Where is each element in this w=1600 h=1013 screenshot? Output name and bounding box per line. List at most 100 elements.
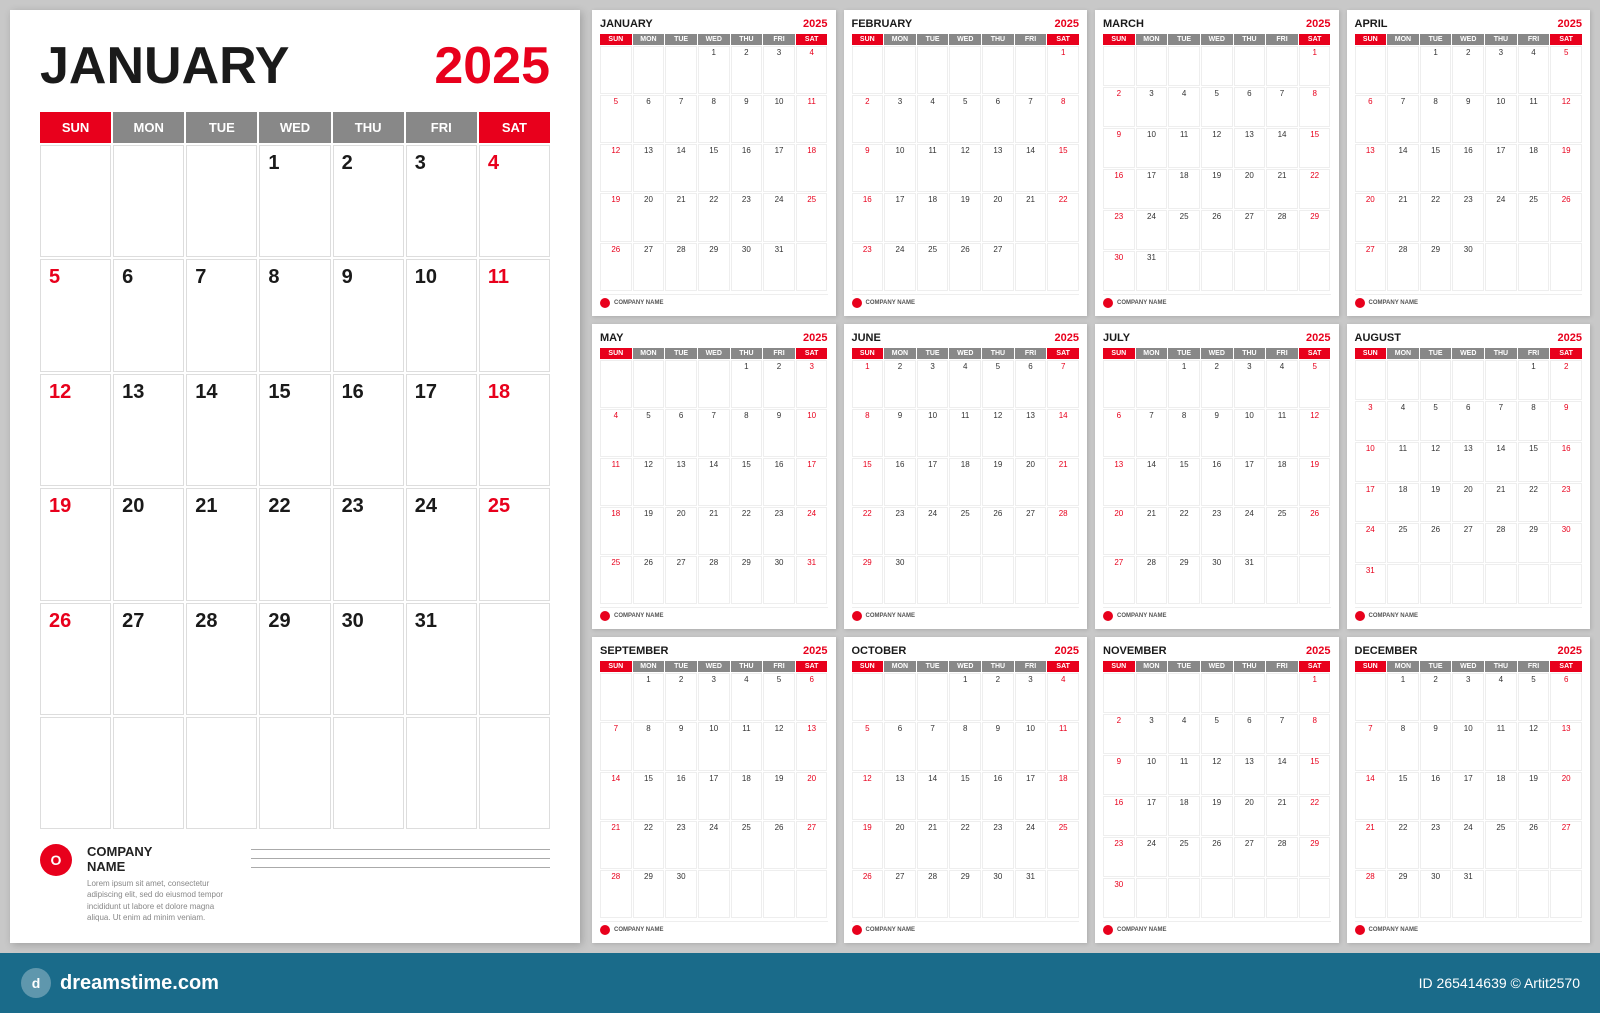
small-week: 12 bbox=[1355, 360, 1583, 400]
small-weeks: 1234567891011121314151617181920212223242… bbox=[600, 360, 828, 605]
small-day-cell: 19 bbox=[600, 193, 632, 241]
small-day-cell: 31 bbox=[1452, 870, 1484, 918]
company-desc: Lorem ipsum sit amet, consectetur adipis… bbox=[87, 878, 236, 923]
small-day-cell: 17 bbox=[1136, 169, 1168, 209]
small-day-cell: 24 bbox=[1234, 507, 1266, 555]
small-company-logo bbox=[600, 925, 610, 935]
small-day-cell: 16 bbox=[1420, 772, 1452, 820]
small-day-cell: 30 bbox=[1103, 251, 1135, 291]
small-day-cell: 3 bbox=[698, 673, 730, 721]
small-day-cell: 3 bbox=[1234, 360, 1266, 408]
small-day-cell: 23 bbox=[884, 507, 916, 555]
small-day-cell: 12 bbox=[852, 772, 884, 820]
small-day-cell: 13 bbox=[884, 772, 916, 820]
small-day-hdr: SAT bbox=[1550, 661, 1582, 672]
small-year: 2025 bbox=[1055, 18, 1079, 30]
small-day-cell: 26 bbox=[600, 243, 632, 291]
small-day-cell: 5 bbox=[1518, 673, 1550, 721]
small-cal-header: JULY2025 bbox=[1103, 332, 1331, 344]
small-day-cell: 11 bbox=[1266, 409, 1298, 457]
day-cell bbox=[333, 717, 404, 829]
small-day-hdr: THU bbox=[1234, 661, 1266, 672]
small-day-cell: 10 bbox=[1234, 409, 1266, 457]
small-cal-january: JANUARY2025SUNMONTUEWEDTHUFRISAT12345678… bbox=[592, 10, 836, 316]
large-month-name: JANUARY bbox=[40, 40, 289, 92]
small-cal-footer: COMPANY NAME bbox=[600, 607, 828, 621]
dreamstime-id: ID 265414639 © Artit2570 bbox=[1419, 975, 1580, 991]
small-day-cell bbox=[1387, 360, 1419, 400]
small-day-cell: 29 bbox=[698, 243, 730, 291]
small-day-cell: 11 bbox=[1168, 128, 1200, 168]
small-month-name: JUNE bbox=[852, 332, 881, 344]
small-week: 13141516171819 bbox=[1355, 144, 1583, 192]
small-day-cell: 23 bbox=[1103, 837, 1135, 877]
small-day-cell: 20 bbox=[1234, 169, 1266, 209]
small-week: 10111213141516 bbox=[1355, 442, 1583, 482]
large-cal-footer: O COMPANYNAME Lorem ipsum sit amet, cons… bbox=[40, 844, 550, 923]
day-cell bbox=[406, 717, 477, 829]
small-year: 2025 bbox=[1055, 332, 1079, 344]
small-day-cell: 5 bbox=[1201, 714, 1233, 754]
small-day-cell: 22 bbox=[1299, 796, 1331, 836]
small-day-cell: 21 bbox=[1266, 169, 1298, 209]
small-day-cell bbox=[1387, 46, 1419, 94]
day-cell: 5 bbox=[40, 259, 111, 371]
small-day-cell bbox=[665, 46, 697, 94]
small-day-cell bbox=[1136, 360, 1168, 408]
small-cal-header: OCTOBER2025 bbox=[852, 645, 1080, 657]
small-cal-april: APRIL2025SUNMONTUEWEDTHUFRISAT1234567891… bbox=[1347, 10, 1591, 316]
small-day-cell bbox=[1299, 878, 1331, 918]
small-day-cell: 18 bbox=[917, 193, 949, 241]
small-day-cell: 11 bbox=[1387, 442, 1419, 482]
small-day-cell: 19 bbox=[982, 458, 1014, 506]
small-day-hdr: WED bbox=[1452, 661, 1484, 672]
small-day-hdr: SAT bbox=[796, 661, 828, 672]
small-day-cell: 3 bbox=[1015, 673, 1047, 721]
small-day-cell: 3 bbox=[1452, 673, 1484, 721]
small-calendars-grid: JANUARY2025SUNMONTUEWEDTHUFRISAT12345678… bbox=[592, 10, 1590, 943]
small-day-cell bbox=[1015, 243, 1047, 291]
small-day-cell: 1 bbox=[1047, 46, 1079, 94]
small-day-cell: 9 bbox=[852, 144, 884, 192]
small-day-cell: 1 bbox=[1299, 673, 1331, 713]
small-day-cell: 5 bbox=[949, 95, 981, 143]
small-day-cell: 14 bbox=[1266, 128, 1298, 168]
small-day-cell: 1 bbox=[852, 360, 884, 408]
small-month-name: AUGUST bbox=[1355, 332, 1401, 344]
small-day-cell bbox=[1452, 564, 1484, 604]
small-cal-august: AUGUST2025SUNMONTUEWEDTHUFRISAT123456789… bbox=[1347, 324, 1591, 630]
small-day-hdr: SAT bbox=[1047, 661, 1079, 672]
small-day-cell: 2 bbox=[852, 95, 884, 143]
small-week: 12345 bbox=[1103, 360, 1331, 408]
small-day-cell: 18 bbox=[1485, 772, 1517, 820]
small-day-cell: 17 bbox=[796, 458, 828, 506]
small-day-cell: 14 bbox=[1136, 458, 1168, 506]
small-day-cell bbox=[917, 556, 949, 604]
day-cell bbox=[186, 145, 257, 257]
small-day-cell bbox=[1355, 673, 1387, 721]
small-day-cell: 13 bbox=[1550, 722, 1582, 770]
small-day-cell: 7 bbox=[1047, 360, 1079, 408]
small-month-name: OCTOBER bbox=[852, 645, 907, 657]
small-day-cell: 23 bbox=[1103, 210, 1135, 250]
small-day-cell: 11 bbox=[917, 144, 949, 192]
small-week: 123456 bbox=[600, 673, 828, 721]
small-day-cell bbox=[884, 673, 916, 721]
small-company-name: COMPANY NAME bbox=[866, 927, 915, 933]
small-day-cell: 14 bbox=[1387, 144, 1419, 192]
small-day-cell: 12 bbox=[1518, 722, 1550, 770]
small-day-cell: 29 bbox=[633, 870, 665, 918]
small-day-cell: 21 bbox=[1136, 507, 1168, 555]
small-day-hdr: WED bbox=[949, 348, 981, 359]
small-day-cell: 7 bbox=[1136, 409, 1168, 457]
small-day-cell: 13 bbox=[1452, 442, 1484, 482]
small-day-cell: 10 bbox=[917, 409, 949, 457]
small-company-logo bbox=[1355, 611, 1365, 621]
small-day-hdr: THU bbox=[731, 348, 763, 359]
day-cell: 20 bbox=[113, 488, 184, 600]
small-day-cell: 22 bbox=[1168, 507, 1200, 555]
small-day-cell: 6 bbox=[1103, 409, 1135, 457]
small-day-hdr: THU bbox=[1485, 34, 1517, 45]
small-day-cell: 4 bbox=[1485, 673, 1517, 721]
small-day-cell bbox=[949, 46, 981, 94]
